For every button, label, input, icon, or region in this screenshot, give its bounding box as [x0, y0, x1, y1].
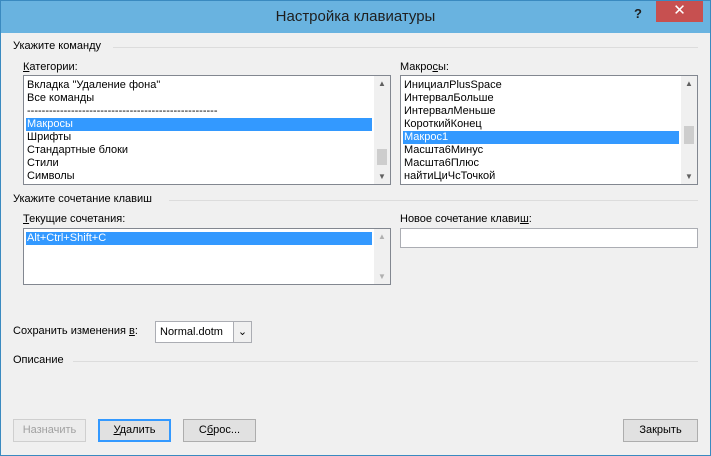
- new-shortcut-label: Новое сочетание клавиш:: [400, 213, 532, 225]
- category-list-item[interactable]: Вкладка "Удаление фона": [26, 79, 372, 92]
- description-label: Описание: [13, 354, 64, 366]
- scroll-down-icon[interactable]: ▼: [374, 169, 390, 184]
- window-title: Настройка клавиатуры: [275, 8, 436, 25]
- macro-list-item[interactable]: ИнтервалБольше: [403, 92, 679, 105]
- scroll-thumb[interactable]: [377, 149, 387, 165]
- shortcut-list-item[interactable]: Alt+Ctrl+Shift+C: [26, 232, 372, 245]
- macros-scrollbar[interactable]: ▲ ▼: [681, 76, 697, 184]
- macro-list-item[interactable]: КороткийКонец: [403, 118, 679, 131]
- keyboard-settings-dialog: Настройка клавиатуры ? ✕ Укажите команду…: [0, 0, 711, 456]
- shortcut-group-divider: [169, 200, 698, 201]
- scroll-down-icon[interactable]: ▼: [681, 169, 697, 184]
- macro-list-item[interactable]: ИнициалPlusSpace: [403, 79, 679, 92]
- command-group-divider: [113, 47, 698, 48]
- save-in-value: Normal.dotm: [160, 326, 223, 338]
- category-list-item[interactable]: Макросы: [26, 118, 372, 131]
- category-list-item[interactable]: Стили: [26, 157, 372, 170]
- scroll-up-icon[interactable]: ▲: [374, 229, 390, 244]
- current-shortcuts-label: Текущие сочетания:: [23, 213, 126, 225]
- categories-label: Категории:: [23, 61, 78, 73]
- close-button[interactable]: Закрыть: [623, 419, 698, 442]
- scroll-up-icon[interactable]: ▲: [681, 76, 697, 91]
- assign-button[interactable]: Назначить: [13, 419, 86, 442]
- category-list-item[interactable]: ----------------------------------------…: [26, 105, 372, 118]
- new-shortcut-input[interactable]: [400, 228, 698, 248]
- shortcut-group-label: Укажите сочетание клавиш: [13, 193, 152, 205]
- scroll-up-icon[interactable]: ▲: [374, 76, 390, 91]
- description-divider: [73, 361, 698, 362]
- categories-scrollbar[interactable]: ▲ ▼: [374, 76, 390, 184]
- category-list-item[interactable]: Все команды: [26, 92, 372, 105]
- macro-list-item[interactable]: Макрос1: [403, 131, 679, 144]
- macros-listbox[interactable]: найтиЦиЧсТочкой Масшта6Плюс Масшта6Минус Ма…: [400, 75, 698, 185]
- chevron-down-icon[interactable]: ⌄: [233, 322, 251, 342]
- category-list-item[interactable]: Шрифты: [26, 131, 372, 144]
- save-in-label: Сохранить изменения в:: [13, 325, 138, 337]
- current-shortcuts-listbox[interactable]: Alt+Ctrl+Shift+C ▲ ▼: [23, 228, 391, 285]
- categories-listbox[interactable]: Символы Стили Стандартные блоки Шрифты Макро…: [23, 75, 391, 185]
- command-group-label: Укажите команду: [13, 40, 101, 52]
- reset-button[interactable]: Сброс...: [183, 419, 256, 442]
- macro-list-item[interactable]: найтиЦиЧсТочкой: [403, 170, 679, 183]
- current-shortcuts-scrollbar[interactable]: ▲ ▼: [374, 229, 390, 284]
- save-in-combobox[interactable]: Normal.dotm ⌄: [155, 321, 252, 343]
- macro-list-item[interactable]: ИнтервалМеньше: [403, 105, 679, 118]
- help-button[interactable]: ?: [629, 3, 647, 25]
- macro-list-item[interactable]: Масшта6Минус: [403, 144, 679, 157]
- scroll-thumb[interactable]: [684, 126, 694, 144]
- remove-button[interactable]: Удалить: [98, 419, 171, 442]
- scroll-down-icon[interactable]: ▼: [374, 269, 390, 284]
- macros-label: Макросы:: [400, 61, 449, 73]
- category-list-item[interactable]: Символы: [26, 170, 372, 183]
- macro-list-item[interactable]: Масшта6Плюс: [403, 157, 679, 170]
- category-list-item[interactable]: Стандартные блоки: [26, 144, 372, 157]
- titlebar: Настройка клавиатуры ? ✕: [1, 1, 710, 33]
- close-window-button[interactable]: ✕: [656, 1, 703, 22]
